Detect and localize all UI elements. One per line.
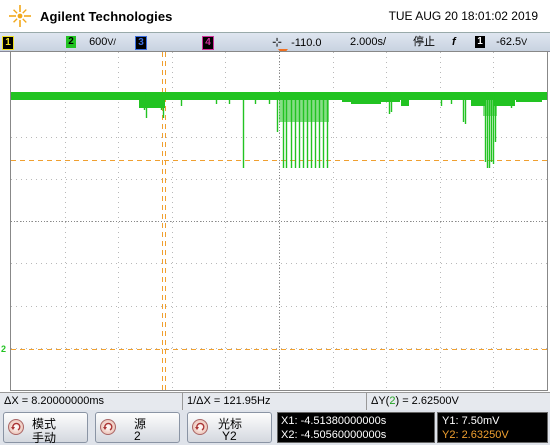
trace-noise (471, 96, 485, 106)
y-cursor-values: Y1: 7.50mV Y2: 2.63250V (437, 412, 548, 443)
ch4-badge: 4 (202, 36, 214, 50)
ch3-badge: 3 (135, 36, 147, 50)
timebase[interactable]: 2.000s/ (350, 34, 386, 50)
y1-value: Y1: 7.50mV (442, 415, 500, 427)
ch2-scale: 600 (89, 36, 108, 48)
ch2-unit: V/ (107, 37, 116, 47)
delta-y: ΔY(2) = 2.62500V (366, 393, 459, 410)
ch4-indicator[interactable]: 4 (202, 34, 214, 50)
inverse-delta-x: 1/ΔX = 121.95Hz (182, 393, 270, 410)
trigger-slope-icon: f (452, 36, 456, 48)
trigger-position-icon: ⊹ (272, 35, 283, 49)
measurement-readout: ΔX = 8.20000000ms 1/ΔX = 121.95Hz ΔY(2) … (0, 392, 550, 411)
x2-value: X2: -4.50560000000s (281, 429, 387, 441)
trigger-level-unit: V (521, 37, 528, 47)
trace-noise (516, 96, 542, 102)
rotate-knob-icon (192, 419, 208, 435)
source-softkey[interactable]: 源 2 (95, 412, 180, 443)
run-state[interactable]: 停止 (413, 34, 435, 50)
ch2-badge: 2 (66, 36, 76, 48)
ch1-badge: 1 (2, 36, 14, 50)
trigger-level: -62.5 (496, 36, 522, 48)
ch2-ground-marker: 2 (1, 344, 7, 354)
delta-y-value: ) = 2.62500V (395, 395, 459, 407)
y2-value: Y2: 2.63250V (442, 429, 509, 441)
trace-burst (483, 94, 497, 116)
delta-x: ΔX = 8.20000000ms (4, 395, 104, 407)
x1-value: X1: -4.51380000000s (281, 415, 387, 427)
delta-y-prefix: ΔY( (371, 395, 390, 407)
softkey-bar: 模式 手动 源 2 光标 Y2 X1: -4.51380000000s X2: … (0, 410, 550, 445)
graticule (11, 52, 547, 390)
rotate-knob-icon (8, 419, 24, 435)
cursor-value: Y2 (222, 429, 237, 443)
date-time: TUE AUG 20 18:01:02 2019 (388, 9, 538, 23)
trace-noise (139, 96, 161, 108)
waveform-display[interactable] (10, 51, 548, 391)
ch2-indicator[interactable]: 2 600V/ (66, 34, 116, 50)
status-bar: 1 2 600V/ 3 4 ⊹ -110.0 2.000s/ 停止 f 1 -6… (0, 32, 550, 52)
brand-name: Agilent Technologies (40, 9, 173, 24)
rotate-knob-icon (100, 419, 116, 435)
trace-noise (351, 96, 381, 104)
mode-softkey[interactable]: 模式 手动 (3, 412, 88, 445)
trigger-position[interactable]: ⊹ -110.0 (272, 34, 322, 50)
ch1-indicator[interactable]: 1 (2, 34, 14, 50)
ch3-indicator[interactable]: 3 (135, 34, 147, 50)
trace-burst (279, 94, 329, 122)
x-cursor-values: X1: -4.51380000000s X2: -4.50560000000s (277, 412, 435, 443)
cursor-softkey[interactable]: 光标 Y2 (187, 412, 272, 443)
header: Agilent Technologies TUE AUG 20 18:01:02… (0, 0, 550, 32)
mode-value: 手动 (32, 431, 57, 445)
agilent-spark-logo (9, 5, 31, 27)
trigger-position-value: -110.0 (291, 37, 322, 49)
source-value: 2 (134, 429, 141, 443)
trigger-channel-badge: 1 (475, 36, 485, 48)
trigger-source[interactable]: 1 -62.5V (475, 34, 527, 50)
